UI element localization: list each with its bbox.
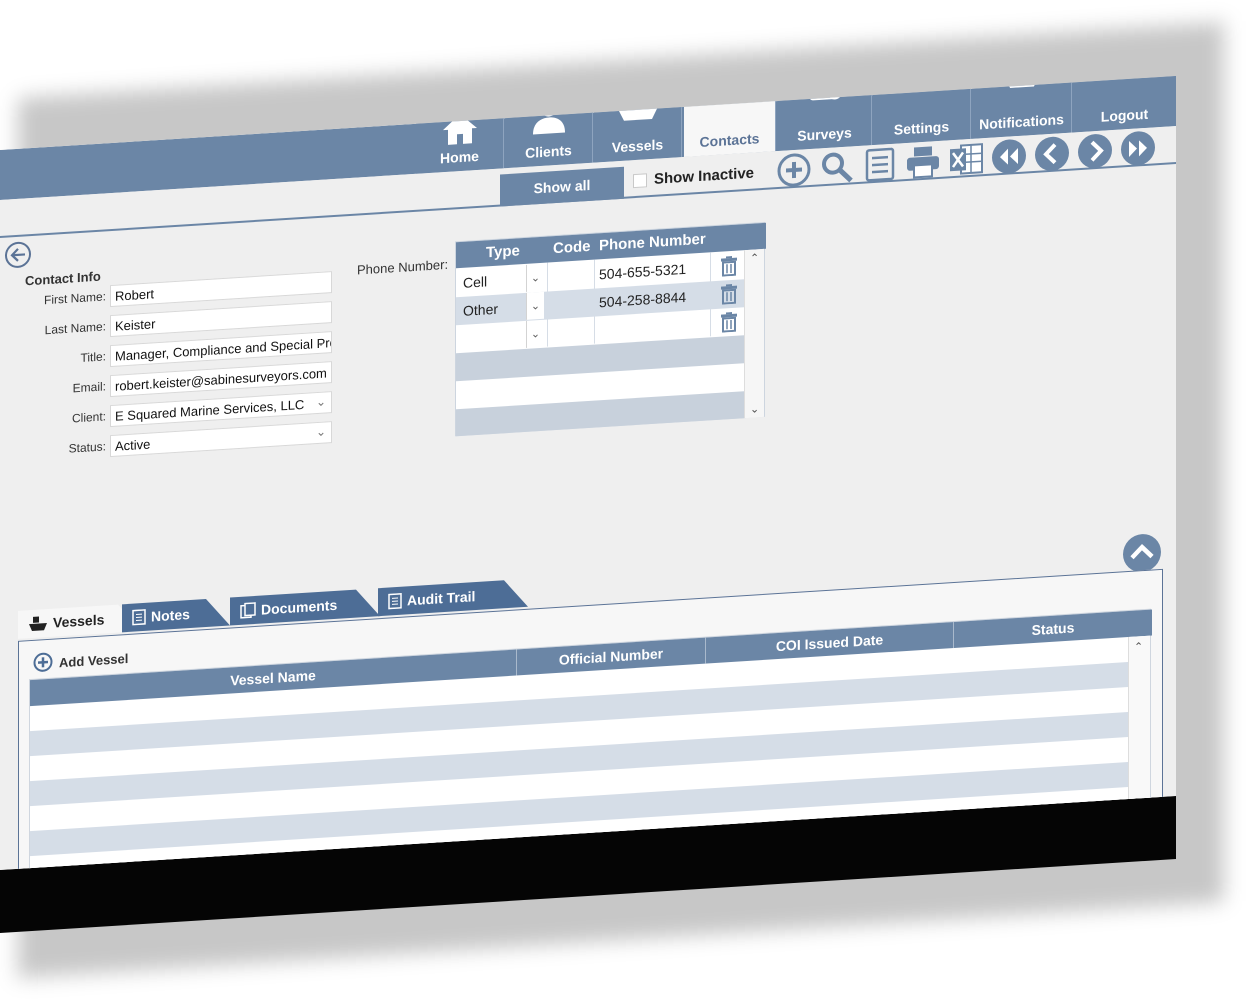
add-icon bbox=[33, 652, 53, 676]
email-field[interactable]: robert.keister@sabinesurveyors.com bbox=[110, 361, 332, 398]
trash-icon[interactable] bbox=[720, 283, 738, 308]
vessels-grid-scrollbar[interactable]: ⌃ ⌄ bbox=[1128, 635, 1150, 808]
collapse-up-icon[interactable] bbox=[1122, 532, 1162, 575]
list-icon[interactable] bbox=[862, 146, 898, 184]
first-icon[interactable] bbox=[991, 137, 1027, 175]
app-window: Home Clients Vessels Contacts Surveys Se… bbox=[0, 76, 1176, 871]
nav-tab-logout[interactable]: Logout bbox=[1073, 76, 1176, 133]
client-select[interactable]: E Squared Marine Services, LLC ⌄ bbox=[110, 391, 332, 428]
tab-notes[interactable]: Notes bbox=[122, 599, 206, 633]
chevron-down-icon[interactable]: ⌄ bbox=[526, 291, 544, 320]
scroll-down-icon[interactable]: ⌄ bbox=[750, 402, 759, 416]
first-name-field[interactable]: Robert bbox=[110, 271, 332, 308]
phone-grid-scrollbar[interactable]: ⌃ ⌄ bbox=[744, 248, 764, 419]
title-field[interactable]: Manager, Compliance and Special Projects… bbox=[110, 331, 332, 368]
chevron-down-icon[interactable]: ⌄ bbox=[316, 424, 326, 439]
show-inactive-checkbox[interactable] bbox=[633, 172, 647, 188]
previous-icon[interactable] bbox=[1034, 135, 1070, 173]
scroll-up-icon[interactable]: ⌃ bbox=[750, 251, 759, 265]
show-all-button[interactable]: Show all bbox=[500, 166, 624, 207]
chevron-down-icon[interactable]: ⌄ bbox=[526, 263, 544, 292]
excel-icon[interactable] bbox=[948, 140, 984, 178]
phone-number-label: Phone Number: bbox=[357, 256, 449, 278]
trash-icon[interactable] bbox=[720, 255, 738, 280]
last-icon[interactable] bbox=[1120, 129, 1156, 167]
ship-icon bbox=[28, 615, 48, 632]
phone-row-empty bbox=[456, 391, 746, 437]
status-select[interactable]: Active ⌄ bbox=[110, 421, 332, 458]
last-name-field[interactable]: Keister bbox=[110, 301, 332, 338]
phone-grid: Type Code Phone Number Cell ⌄ 504-655-53… bbox=[455, 221, 766, 437]
trash-icon[interactable] bbox=[720, 311, 738, 336]
scroll-up-icon[interactable]: ⌃ bbox=[1134, 640, 1143, 654]
search-icon[interactable] bbox=[819, 148, 855, 186]
documents-icon bbox=[240, 602, 256, 619]
back-arrow-icon[interactable] bbox=[4, 240, 32, 270]
document-icon bbox=[388, 592, 402, 610]
show-inactive-toggle[interactable]: Show Inactive bbox=[633, 165, 754, 190]
chevron-down-icon[interactable]: ⌄ bbox=[316, 394, 326, 409]
print-icon[interactable] bbox=[905, 143, 941, 181]
document-icon bbox=[132, 609, 146, 626]
tab-vessels[interactable]: Vessels bbox=[18, 604, 118, 639]
chevron-down-icon[interactable]: ⌄ bbox=[316, 334, 326, 349]
add-icon[interactable] bbox=[776, 151, 812, 189]
chevron-down-icon[interactable]: ⌄ bbox=[526, 319, 544, 348]
add-vessel-button[interactable]: Add Vessel bbox=[33, 647, 128, 676]
next-icon[interactable] bbox=[1077, 132, 1113, 170]
stage: Home Clients Vessels Contacts Surveys Se… bbox=[0, 0, 1250, 1000]
